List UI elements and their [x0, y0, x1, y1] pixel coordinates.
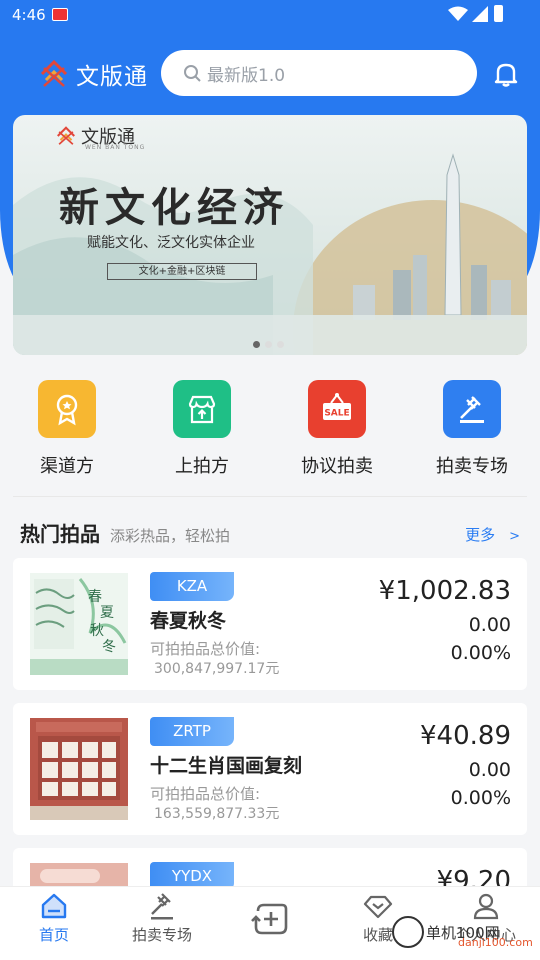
app-notification-icon [52, 8, 68, 21]
logo-mark-icon [57, 126, 75, 145]
tab-favorites-label: 收藏 [362, 926, 393, 944]
section-subtitle: 添彩热品，轻松拍 [110, 527, 231, 545]
search-input[interactable]: 最新版1.0 [161, 50, 477, 96]
nav-auction-special[interactable]: 拍卖专场 [412, 380, 532, 478]
product-name: 十二生肖国画复刻 [150, 755, 303, 777]
tab-auction-special[interactable]: 拍卖专场 [108, 891, 216, 945]
home-icon [41, 893, 67, 919]
svg-text:春: 春 [88, 589, 102, 605]
product-price: ¥1,002.83 [378, 576, 511, 606]
product-code-tag: KZA [150, 572, 234, 601]
watermark: 单机100网 danji100.com [392, 916, 533, 949]
app-logo: 文版通 [38, 56, 148, 92]
tab-trade[interactable] [216, 891, 324, 944]
gavel-icon [151, 893, 173, 920]
banner-chip: 文化+金融+区块链 [107, 263, 257, 280]
svg-text:夏: 夏 [100, 605, 114, 621]
carousel-dot[interactable] [253, 341, 260, 348]
tab-home[interactable]: 首页 [0, 891, 108, 945]
promo-banner[interactable]: 文版通 WEN BAN TONG 新文化经济 赋能文化、泛文化实体企业 文化+金… [13, 115, 527, 355]
carousel-dot[interactable] [265, 341, 272, 348]
svg-text:秋: 秋 [90, 623, 104, 639]
product-percent: 0.00% [450, 787, 511, 809]
carousel-dots[interactable] [253, 341, 284, 348]
nav-channel[interactable]: 渠道方 [7, 380, 127, 478]
product-change: 0.00 [468, 614, 511, 636]
banner-headline: 新文化经济 [59, 184, 289, 231]
search-icon [184, 65, 201, 82]
nav-lister-label: 上拍方 [175, 456, 229, 477]
nav-agreement-auction[interactable]: SALE 协议拍卖 [277, 380, 397, 478]
watermark-logo-icon [392, 916, 424, 948]
nav-agreement-auction-label: 协议拍卖 [301, 456, 373, 477]
more-link[interactable]: 更多 > [465, 524, 520, 545]
product-card[interactable]: 春 夏 秋 冬 KZA 春夏秋冬 可拍拍品总价值: 300,847,997.17… [13, 558, 527, 690]
app-name: 文版通 [76, 64, 148, 90]
product-change: 0.00 [468, 759, 511, 781]
wifi-icon [448, 6, 468, 21]
product-thumbnail: 春 夏 秋 冬 [30, 573, 128, 675]
nav-channel-label: 渠道方 [40, 456, 94, 477]
product-card[interactable]: ZRTP 十二生肖国画复刻 可拍拍品总价值: 163,559,877.33元 ¥… [13, 703, 527, 835]
gavel-icon [443, 380, 501, 438]
section-title: 热门拍品 [20, 522, 100, 546]
hot-items-header: 热门拍品 添彩热品，轻松拍 更多 > [20, 518, 520, 548]
more-link-label: 更多 [465, 526, 496, 544]
tab-auction-special-label: 拍卖专场 [131, 926, 192, 944]
product-price: ¥40.89 [420, 721, 511, 751]
product-value-label: 可拍拍品总价值: [150, 785, 261, 803]
chevron-right-icon: > [509, 529, 520, 544]
product-value: 300,847,997.17元 [154, 661, 280, 677]
quick-nav: 渠道方 上拍方 SALE 协议拍卖 拍卖专场 [0, 380, 540, 480]
search-placeholder: 最新版1.0 [207, 65, 286, 86]
product-value: 163,559,877.33元 [154, 806, 280, 822]
storefront-upload-icon [173, 380, 231, 438]
sale-sign-icon: SALE [308, 380, 366, 438]
logo-mark-icon [40, 59, 68, 87]
product-name: 春夏秋冬 [150, 610, 227, 632]
diamond-icon [363, 895, 393, 919]
watermark-url: danji100.com [458, 936, 533, 949]
nav-lister[interactable]: 上拍方 [142, 380, 262, 478]
bell-icon[interactable] [492, 60, 520, 88]
carousel-dot[interactable] [277, 341, 284, 348]
divider [13, 496, 527, 497]
svg-text:SALE: SALE [324, 409, 349, 419]
signal-icon [472, 6, 488, 22]
banner-subline: 赋能文化、泛文化实体企业 [87, 235, 255, 251]
product-percent: 0.00% [450, 642, 511, 664]
tab-home-label: 首页 [38, 926, 69, 944]
trade-icon [251, 903, 288, 935]
status-bar: 4:46 [0, 0, 540, 30]
product-code-tag: ZRTP [150, 717, 234, 746]
product-value-label: 可拍拍品总价值: [150, 640, 261, 658]
battery-icon [494, 5, 503, 22]
product-thumbnail [30, 718, 128, 820]
nav-auction-special-label: 拍卖专场 [436, 456, 508, 477]
award-ribbon-icon [38, 380, 96, 438]
banner-logo-sub: WEN BAN TONG [85, 144, 146, 151]
svg-text:冬: 冬 [102, 639, 116, 655]
status-time: 4:46 [12, 6, 46, 24]
